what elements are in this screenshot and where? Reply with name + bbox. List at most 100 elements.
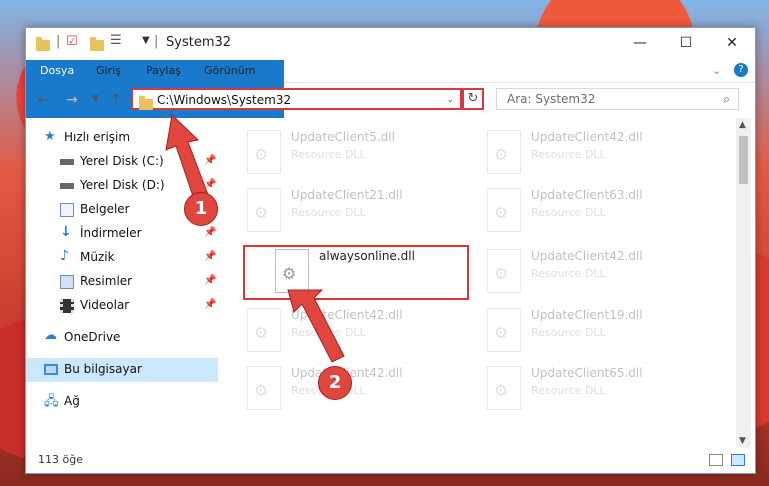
file-name: UpdateClient21.dll [291,188,403,202]
tab-share[interactable]: Paylaş [136,60,191,82]
file-description: Resource DLL [531,148,606,161]
list-item[interactable]: UpdateClient5.dll Resource DLL [241,126,471,184]
divider: | [154,34,159,49]
customize-icon[interactable]: ☰ [110,33,122,49]
pin-icon[interactable]: 📌 [204,179,216,190]
pin-icon[interactable]: 📌 [204,275,216,286]
list-item[interactable]: UpdateClient63.dll Resource DLL [481,184,711,242]
dll-file-icon [247,366,281,410]
sidebar-item-onedrive[interactable]: ☁ OneDrive [26,326,218,350]
music-icon: ♪ [60,248,69,264]
title-bar: | ☑ ☰ ▼ | System32 — ☐ ✕ [26,28,755,60]
file-name: UpdateClient42.dll [531,130,643,144]
sidebar-item-local-disk-d[interactable]: Yerel Disk (D:) 📌 [26,174,218,198]
step-2-badge: 2 [318,366,352,400]
vertical-scrollbar[interactable]: ▲ ▼ [736,118,751,448]
network-icon: 🖧 [44,394,59,409]
computer-icon [44,364,58,375]
file-description: Resource DLL [291,326,366,339]
status-bar: 113 öğe [26,448,755,472]
cloud-icon: ☁ [44,328,57,343]
dll-file-icon [487,188,521,232]
details-view-icon[interactable] [709,454,723,466]
pictures-icon [60,275,74,289]
dll-file-icon [487,366,521,410]
sidebar-item-videos[interactable]: Videolar 📌 [26,294,218,318]
file-name: UpdateClient42.dll [291,308,403,322]
videos-icon [60,299,74,313]
divider: | [56,34,61,49]
scroll-up-icon[interactable]: ▲ [739,120,746,130]
highlight-box [243,245,469,300]
pin-icon[interactable]: 📌 [204,251,216,262]
item-count: 113 öğe [38,453,83,466]
search-input[interactable]: Ara: System32 ⌕ [496,88,739,110]
search-icon: ⌕ [723,92,730,106]
tab-view[interactable]: Görünüm [194,60,265,82]
maximize-button[interactable]: ☐ [663,28,709,58]
ribbon-expand-icon[interactable]: ⌄ [712,64,721,77]
sidebar-item-local-disk-c[interactable]: Yerel Disk (C:) 📌 [26,150,218,174]
refresh-button[interactable]: ↻ [462,88,484,110]
tab-home[interactable]: Giriş [86,60,131,82]
file-name: UpdateClient19.dll [531,308,643,322]
ribbon: Dosya Giriş Paylaş Görünüm ⌄ ? [26,60,755,118]
quick-access-dropdown-icon[interactable]: ▼ [142,35,150,51]
drive-icon [60,159,74,165]
file-description: Resource DLL [531,326,606,339]
downloads-icon: ↓ [60,224,72,240]
sidebar-item-music[interactable]: ♪ Müzik 📌 [26,246,218,270]
sidebar-item-label: Belgeler [80,202,130,216]
tiles-view-icon[interactable] [731,454,745,466]
list-item[interactable]: UpdateClient19.dll Resource DLL [481,304,711,362]
file-name: UpdateClient63.dll [531,188,643,202]
dll-file-icon [487,249,521,293]
recent-locations-icon[interactable]: ▼ [92,94,99,104]
sidebar-item-label: Videolar [80,298,130,312]
folder-icon [139,95,153,114]
search-placeholder: Ara: System32 [507,92,596,106]
sidebar-item-label: Bu bilgisayar [64,362,142,376]
list-item[interactable]: UpdateClient42.dll Resource DLL [481,126,711,184]
pin-icon[interactable]: 📌 [204,227,216,238]
help-icon[interactable]: ? [734,63,748,77]
sidebar-item-pictures[interactable]: Resimler 📌 [26,270,218,294]
new-folder-icon[interactable] [90,36,104,52]
sidebar-item-label: İndirmeler [80,226,142,240]
list-item[interactable]: UpdateClient42.dll Resource DLL [481,245,711,303]
star-icon: ★ [44,129,56,144]
sidebar-item-label: Yerel Disk (D:) [80,178,165,192]
file-name: UpdateClient42.dll [531,249,643,263]
list-item[interactable]: UpdateClient21.dll Resource DLL [241,184,471,242]
up-icon[interactable]: ↑ [110,92,122,108]
pin-icon[interactable]: 📌 [204,299,216,310]
sidebar-item-label: Hızlı erişim [64,130,131,144]
sidebar-item-this-pc[interactable]: Bu bilgisayar [26,358,218,382]
list-item[interactable]: UpdateClient65.dll Resource DLL [481,362,711,420]
back-icon[interactable]: ← [38,92,50,108]
minimize-button[interactable]: — [617,28,663,58]
documents-icon [60,203,74,217]
properties-icon[interactable]: ☑ [66,34,78,50]
pin-icon[interactable]: 📌 [204,155,216,166]
sidebar-item-label: Yerel Disk (C:) [80,154,164,168]
scrollbar-thumb[interactable] [739,136,748,184]
dll-file-icon [487,308,521,352]
scroll-down-icon[interactable]: ▼ [739,436,746,446]
sidebar-item-downloads[interactable]: ↓ İndirmeler 📌 [26,222,218,246]
file-description: Resource DLL [291,206,366,219]
address-bar[interactable]: C:\Windows\System32 ⌄ [131,88,462,110]
dll-file-icon [247,188,281,232]
window-title: System32 [166,35,232,50]
list-item[interactable]: UpdateClient42.dll Resource DLL [241,304,471,362]
address-path: C:\Windows\System32 [157,93,292,107]
close-button[interactable]: ✕ [709,28,755,58]
sidebar-item-quick-access[interactable]: ★ Hızlı erişim [26,126,218,150]
list-item[interactable]: UpdateClient42.dll Resource DLL [241,362,471,420]
sidebar-item-label: OneDrive [64,330,121,344]
drive-icon [60,183,74,189]
forward-icon[interactable]: → [66,92,78,108]
sidebar-item-network[interactable]: 🖧 Ağ [26,390,218,414]
step-1-badge: 1 [184,192,218,226]
address-dropdown-icon[interactable]: ⌄ [446,95,454,105]
